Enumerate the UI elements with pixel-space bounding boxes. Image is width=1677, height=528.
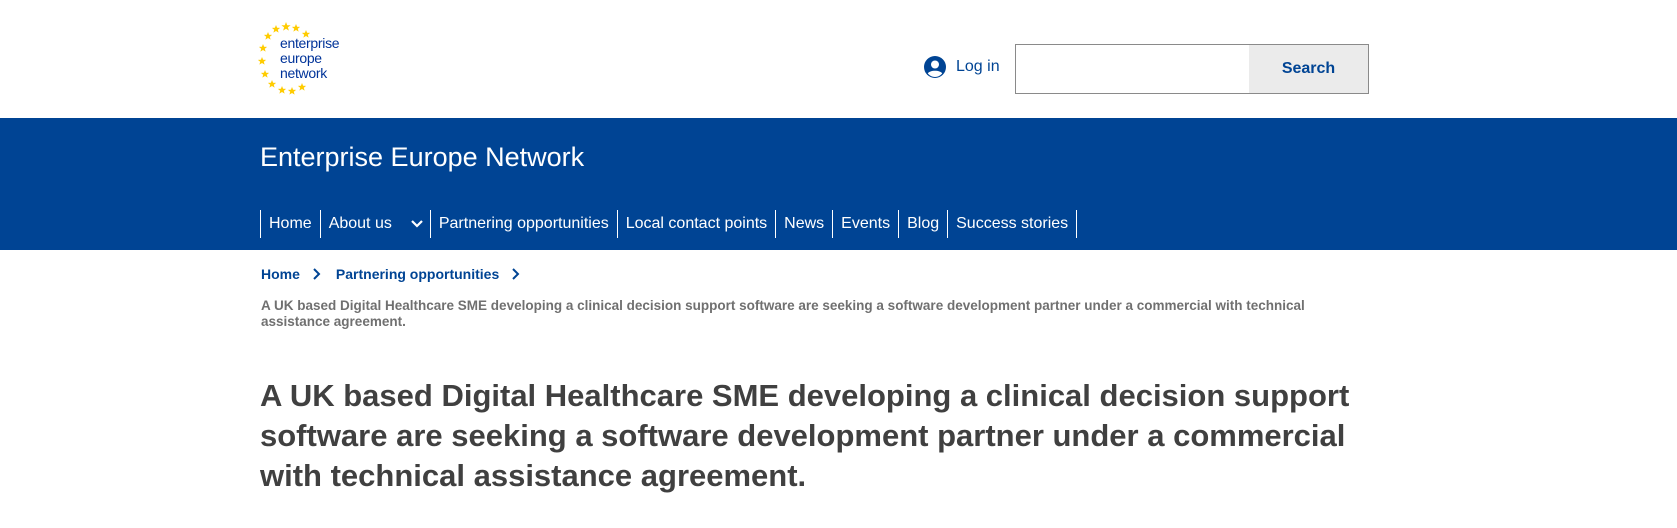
enterprise-europe-network-logo[interactable]: enterprise europe network xyxy=(258,20,348,96)
nav-item-about-us[interactable]: About us xyxy=(319,210,430,238)
search-input[interactable] xyxy=(1016,45,1249,93)
logo-line-2: europe xyxy=(280,50,322,66)
nav-item-home[interactable]: Home xyxy=(260,210,320,238)
site-title[interactable]: Enterprise Europe Network xyxy=(260,142,584,173)
nav-item-about-us-label: About us xyxy=(328,215,392,232)
nav-item-news[interactable]: News xyxy=(775,210,832,238)
breadcrumb-partnering-opportunities[interactable]: Partnering opportunities xyxy=(336,266,499,282)
logo-wordmark: enterprise europe network xyxy=(280,35,340,81)
main-navigation: Home About us Partnering opportunities L… xyxy=(260,210,1078,238)
breadcrumb-current-page: A UK based Digital Healthcare SME develo… xyxy=(261,298,1305,329)
nav-item-local-contact-points[interactable]: Local contact points xyxy=(616,210,775,238)
chevron-right-icon xyxy=(313,268,321,280)
chevron-down-icon[interactable] xyxy=(410,219,424,229)
logo-line-3: network xyxy=(280,65,327,81)
chevron-right-icon xyxy=(512,268,520,280)
search-form: Search xyxy=(1015,44,1369,94)
logo-line-1: enterprise xyxy=(280,35,340,51)
user-circle-icon xyxy=(924,56,946,78)
nav-item-partnering-opportunities[interactable]: Partnering opportunities xyxy=(429,210,617,238)
nav-item-success-stories[interactable]: Success stories xyxy=(947,210,1078,238)
page-title: A UK based Digital Healthcare SME develo… xyxy=(260,378,1350,493)
search-button[interactable]: Search xyxy=(1249,45,1368,93)
nav-item-events[interactable]: Events xyxy=(832,210,898,238)
top-header: enterprise europe network Log in Search xyxy=(0,0,1677,118)
breadcrumb-home[interactable]: Home xyxy=(261,266,300,282)
nav-item-blog[interactable]: Blog xyxy=(898,210,947,238)
login-label: Log in xyxy=(956,58,1000,75)
site-banner: Enterprise Europe Network Home About us … xyxy=(0,118,1677,250)
login-link[interactable]: Log in xyxy=(924,56,1000,78)
breadcrumb: Home Partnering opportunities xyxy=(261,266,535,282)
